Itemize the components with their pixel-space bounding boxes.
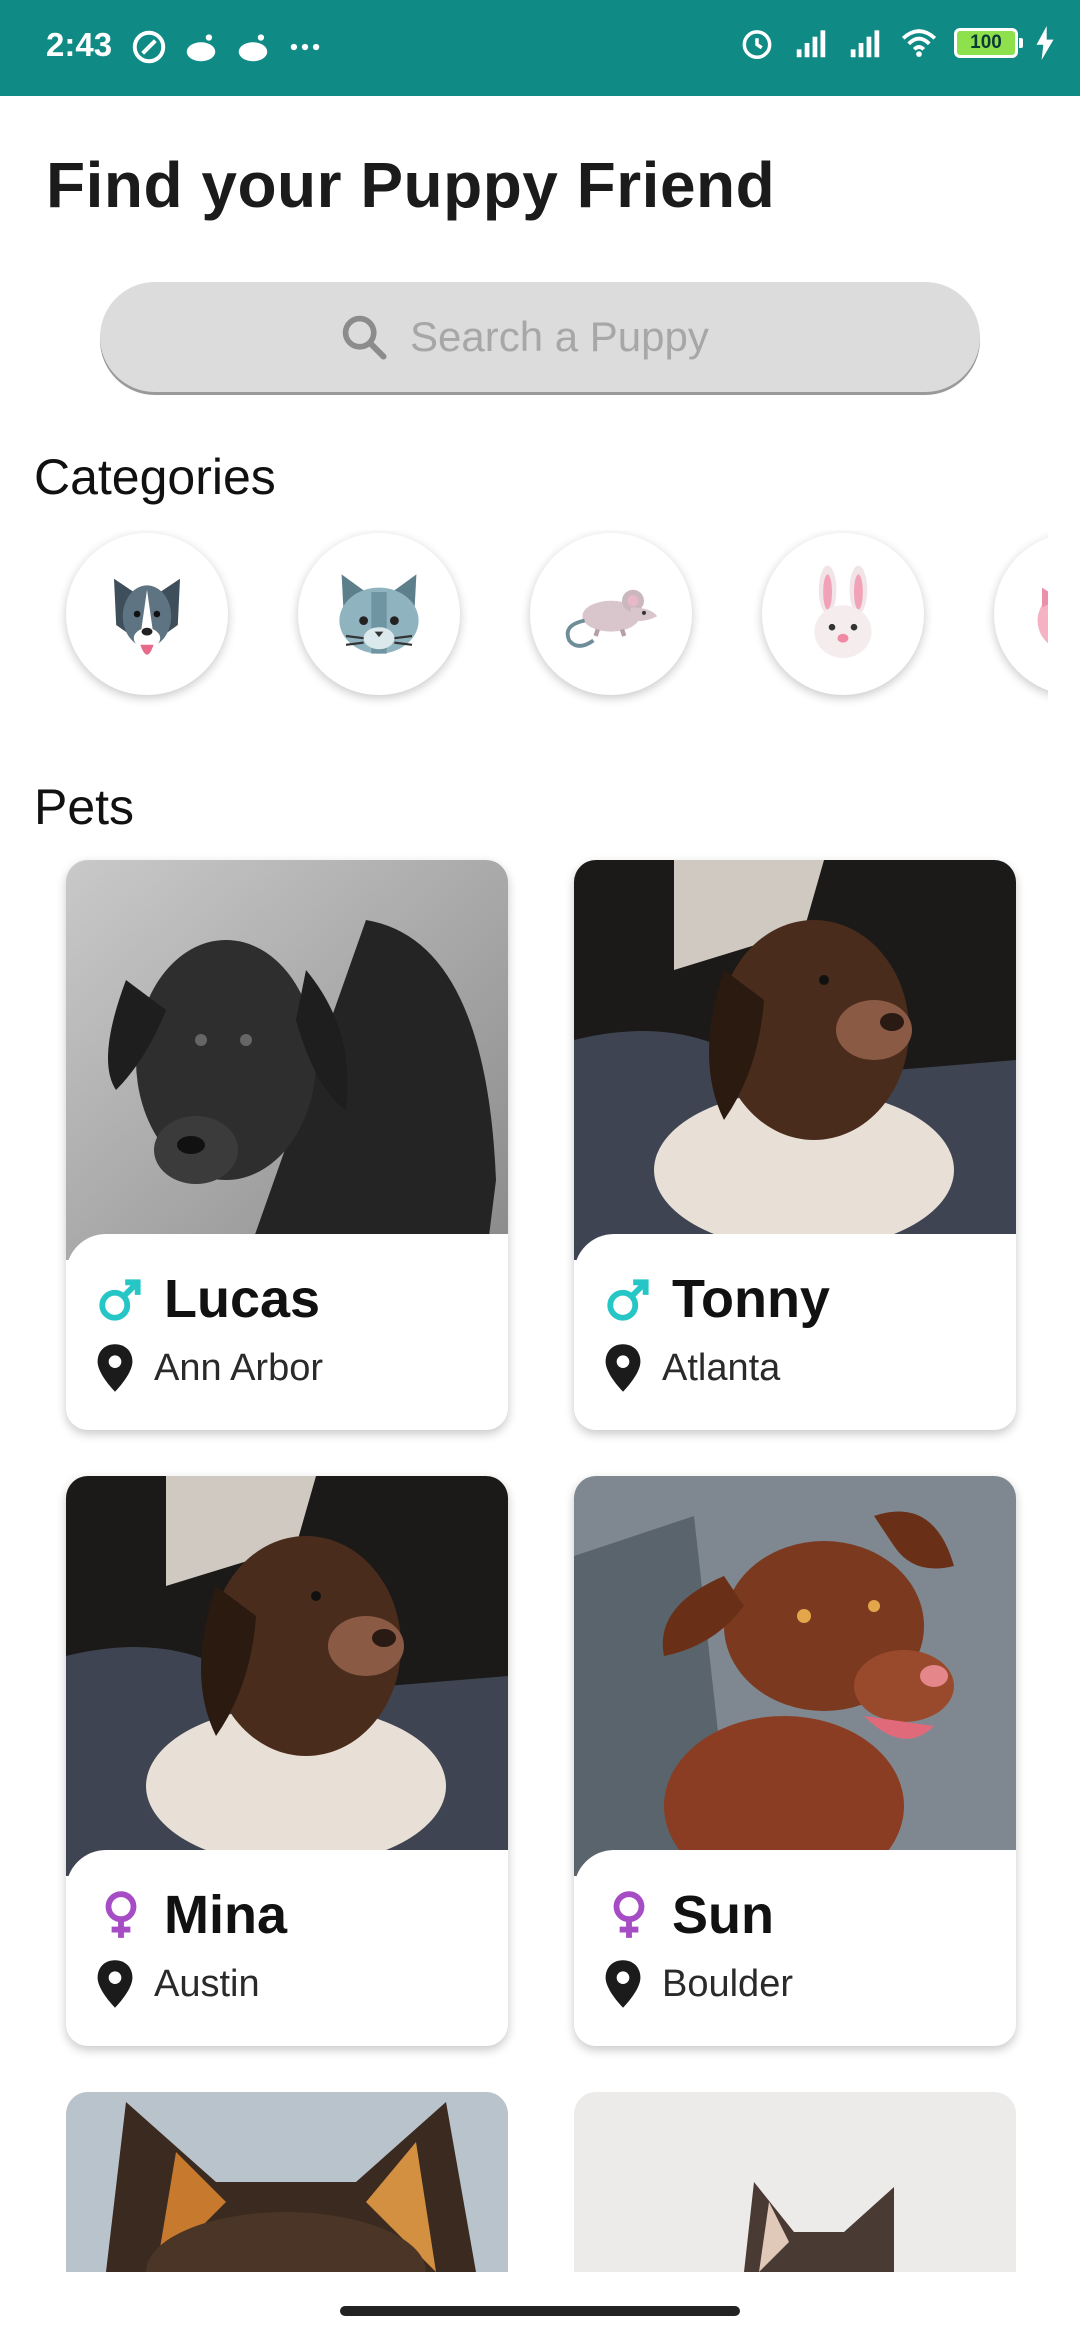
status-bar: 2:43 100 (0, 0, 1080, 96)
signal-icon (796, 30, 826, 58)
pet-card[interactable]: Sun Boulder (574, 1476, 1016, 2046)
mouse-icon (565, 589, 658, 648)
pet-card-partial[interactable] (66, 2092, 508, 2272)
at-sign-icon (132, 30, 166, 64)
pets-heading: Pets (34, 779, 135, 835)
category-mouse[interactable] (530, 533, 692, 695)
pet-card-partial[interactable] (574, 2092, 1016, 2272)
pet-info: Mina Austin (66, 1850, 508, 2046)
reddit-icon (186, 34, 216, 62)
dog-icon (114, 578, 180, 655)
pet-info: Lucas Ann Arbor (66, 1234, 508, 1430)
pet-info: Tonny Atlanta (574, 1234, 1016, 1430)
pet-name: Lucas (164, 1269, 321, 1329)
pet-location: Boulder (662, 1962, 793, 2005)
categories-heading: Categories (34, 449, 276, 505)
search-icon (342, 315, 387, 360)
female-icon (105, 1891, 137, 1938)
status-time: 2:43 (46, 26, 113, 63)
location-pin-icon (97, 1344, 133, 1392)
battery-level: 100 (970, 32, 1002, 53)
rabbit-icon (814, 565, 872, 658)
female-icon (613, 1891, 645, 1938)
pet-name: Mina (164, 1885, 288, 1945)
charging-icon (1036, 26, 1054, 60)
reddit-icon (238, 34, 268, 62)
category-rabbit[interactable] (762, 533, 924, 695)
pet-photo (66, 1476, 508, 1876)
male-icon (607, 1279, 649, 1321)
search-input[interactable] (408, 312, 742, 362)
gesture-bar[interactable] (340, 2306, 740, 2316)
pet-photo (66, 860, 508, 1260)
pet-photo (66, 2092, 508, 2272)
location-pin-icon (97, 1960, 133, 2008)
cat-icon (339, 574, 419, 654)
pet-card[interactable]: Mina Austin (66, 1476, 508, 2046)
location-pin-icon (605, 1344, 641, 1392)
pet-photo (574, 1476, 1016, 1876)
pig-icon (1037, 587, 1048, 644)
alarm-icon (742, 30, 772, 59)
category-cat[interactable] (298, 533, 460, 695)
pet-card[interactable]: Lucas Ann Arbor (66, 860, 508, 1430)
pet-location: Atlanta (662, 1346, 781, 1389)
categories-list[interactable] (0, 530, 1048, 710)
more-icon (290, 43, 320, 51)
signal-icon (850, 30, 880, 58)
system-icons: 100 (738, 24, 1056, 62)
page-title: Find your Puppy Friend (46, 149, 776, 221)
pet-location: Ann Arbor (154, 1346, 323, 1389)
battery-icon: 100 (954, 28, 1023, 58)
pet-photo (574, 2092, 1016, 2272)
pet-name: Tonny (672, 1269, 830, 1329)
category-pig[interactable] (994, 533, 1048, 695)
notification-icons (130, 28, 324, 66)
pet-card[interactable]: Tonny Atlanta (574, 860, 1016, 1430)
category-dog[interactable] (66, 533, 228, 695)
male-icon (99, 1279, 141, 1321)
pet-location: Austin (154, 1962, 260, 2005)
pet-info: Sun Boulder (574, 1850, 1016, 2046)
pet-photo (574, 860, 1016, 1260)
wifi-icon (901, 29, 937, 57)
pet-name: Sun (672, 1885, 774, 1945)
search-bar[interactable] (100, 282, 980, 392)
location-pin-icon (605, 1960, 641, 2008)
